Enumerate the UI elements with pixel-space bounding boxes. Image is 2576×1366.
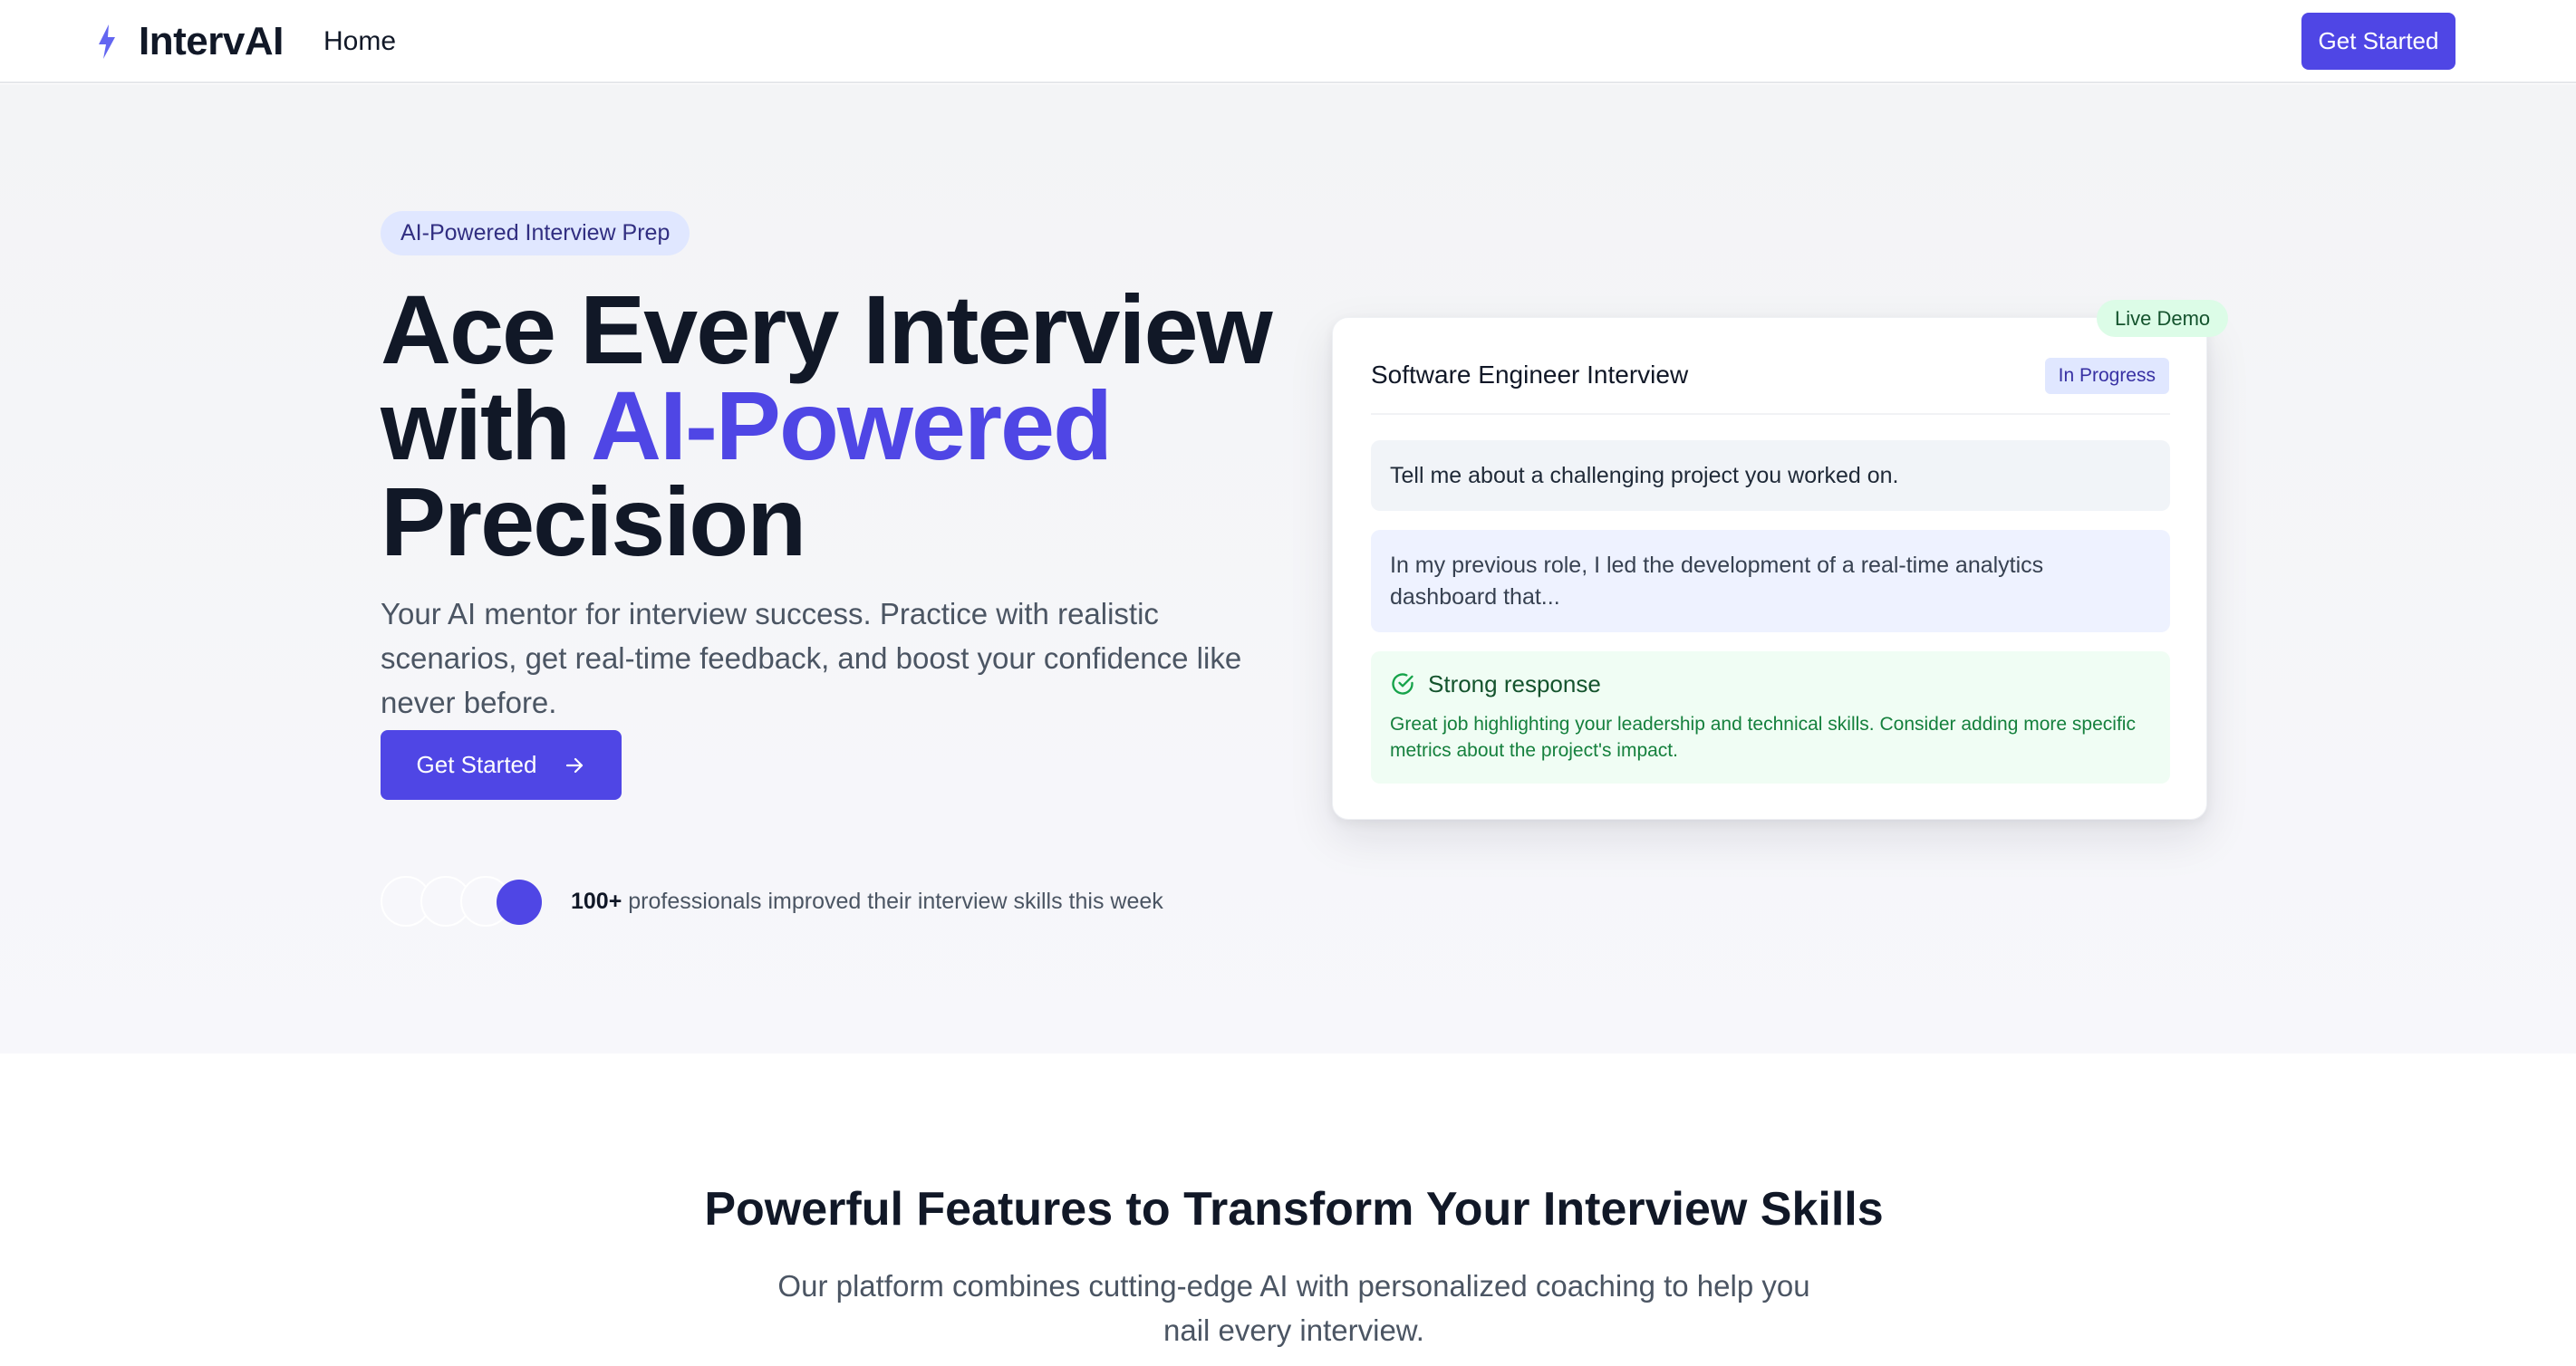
hero-title: Ace Every Interview with AI-Powered Prec… (381, 281, 1287, 571)
check-circle-icon (1392, 673, 1413, 695)
arrow-right-icon (566, 757, 584, 773)
lightning-bolt-icon (99, 24, 115, 59)
hero-get-started-button[interactable]: Get Started (381, 730, 622, 800)
hero-title-accent: AI-Powered (590, 370, 1113, 480)
hero-title-line3: Precision (381, 467, 806, 576)
features-title: Powerful Features to Transform Your Inte… (704, 1183, 1884, 1236)
feedback-header: Strong response (1390, 669, 2151, 698)
avatar-stack (381, 876, 553, 927)
avatar (497, 880, 542, 925)
demo-card-title: Software Engineer Interview (1371, 361, 1689, 389)
hero-subtitle: Your AI mentor for interview success. Pr… (381, 597, 1242, 719)
top-nav: IntervAI Home Get Started (0, 0, 2576, 83)
social-proof-text: 100+ professionals improved their interv… (571, 888, 1163, 915)
live-demo-card: Software Engineer Interview In Progress … (1332, 317, 2207, 820)
nav-link-home[interactable]: Home (323, 25, 396, 58)
candidate-answer: In my previous role, I led the developme… (1371, 530, 2170, 632)
social-proof-label: professionals improved their interview s… (622, 889, 1163, 914)
live-demo-badge: Live Demo (2097, 300, 2229, 337)
brand-logo[interactable]: IntervAI (139, 18, 284, 65)
interview-question: Tell me about a challenging project you … (1371, 440, 2170, 511)
feedback-box: Strong response Great job highlighting y… (1371, 651, 2170, 784)
feedback-text: Great job highlighting your leadership a… (1390, 714, 2136, 761)
feedback-title: Strong response (1428, 670, 1601, 697)
nav-get-started-button[interactable]: Get Started (2301, 13, 2455, 70)
features-subtitle: Our platform combines cutting-edge AI wi… (777, 1269, 1810, 1347)
hero-cta-label: Get Started (416, 751, 537, 778)
hero-title-line2-prefix: with (381, 370, 591, 480)
status-badge: In Progress (2044, 358, 2169, 394)
hero-title-line1: Ace Every Interview (381, 274, 1273, 384)
social-proof-count: 100+ (571, 889, 622, 914)
card-divider (1371, 413, 2170, 415)
hero-tag-pill: AI-Powered Interview Prep (381, 211, 690, 255)
